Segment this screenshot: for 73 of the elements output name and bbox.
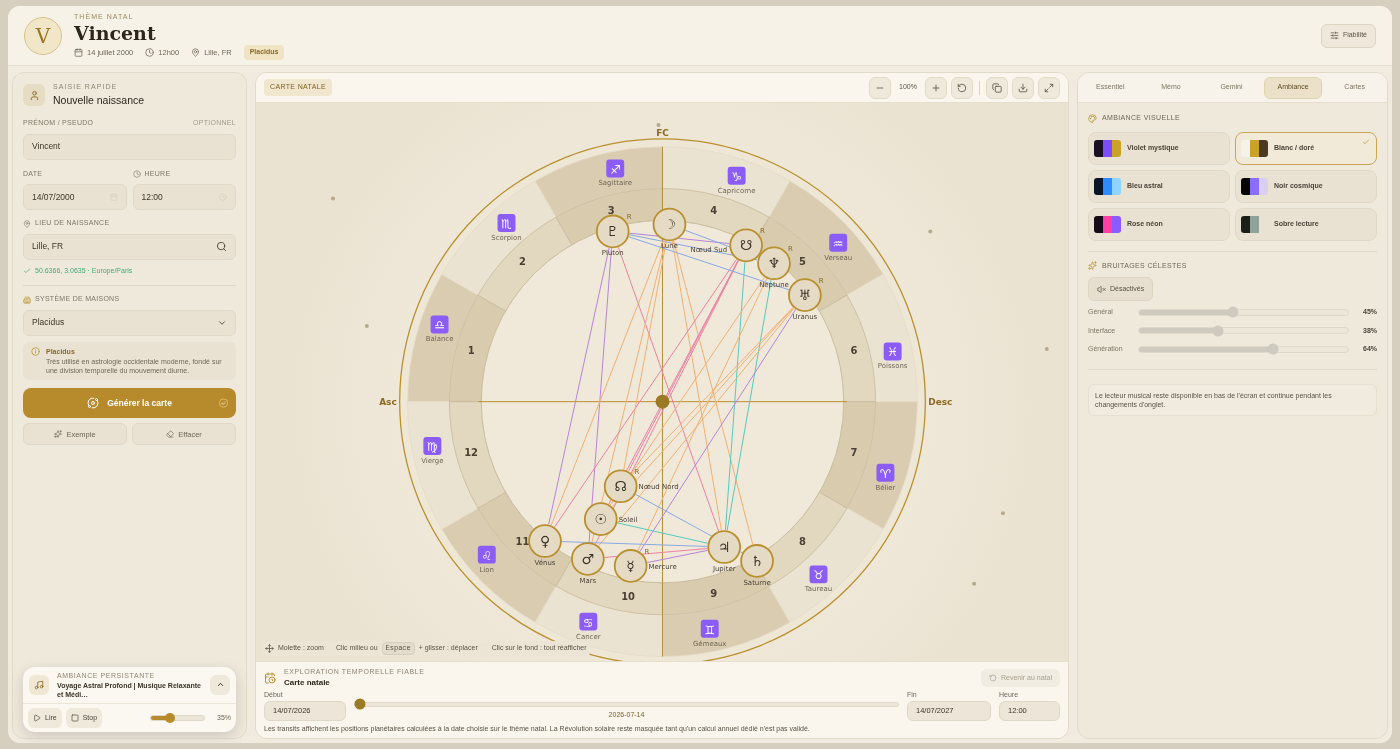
download-button[interactable] [1012,76,1034,99]
slider-thumb[interactable] [1212,325,1224,337]
axis-label: Desc [928,396,953,407]
avatar: V [24,16,62,55]
copy-button[interactable] [986,76,1008,99]
house-number: 11 [515,536,530,548]
download-icon [1018,82,1028,93]
house-number: 1 [467,344,475,356]
house-system-select[interactable]: Placidus [23,309,236,336]
sliders-icon [1329,31,1339,40]
planet-token[interactable]: ♃ [707,530,742,564]
chart-canvas[interactable] [256,103,1068,661]
planet-token[interactable]: ♄ [740,544,774,578]
slider-thumb[interactable] [164,713,175,723]
expand-player-button[interactable] [210,674,230,695]
palette-icon [1088,113,1097,123]
planet-token[interactable]: ☽ [652,207,687,242]
house-number: 4 [710,204,718,216]
move-icon [265,643,274,653]
info-icon [31,346,40,356]
orbit-icon [87,397,100,410]
eraser-icon [166,430,175,439]
check-icon [23,267,31,275]
copy-icon [992,82,1002,93]
slider-thumb[interactable] [1267,343,1279,355]
house-number: 6 [850,344,858,356]
time-input[interactable]: 12:00 [132,184,236,211]
expand-icon [1044,82,1054,93]
timeline-title: Carte natale [284,677,331,689]
profile-name: Vincent [74,22,157,45]
stop-icon [70,714,79,722]
muted-speaker-icon [1097,284,1106,294]
name-input[interactable]: Vincent [23,133,236,160]
date-input[interactable]: 14/07/2000 [23,184,127,211]
fullscreen-button[interactable] [1038,76,1060,99]
check-icon [1362,137,1370,146]
rotate-icon [957,82,967,93]
section-title: Nouvelle naissance [53,92,145,108]
calendar-clock-icon [264,671,276,684]
house-number: 5 [799,256,807,268]
house-number: 8 [799,536,807,548]
plus-icon [931,82,941,93]
pin-icon [23,219,31,228]
music-note-icon [34,679,44,690]
sparkles-icon [1088,261,1097,271]
calendar-icon [74,47,83,57]
center-dot [655,394,670,409]
enter-key-icon [219,398,228,408]
clock-icon [132,170,141,178]
sparkles-icon [54,430,63,439]
house-number: 10 [621,591,635,603]
house-number: 7 [850,447,858,459]
zoom-out-button[interactable] [869,76,891,99]
slider-thumb[interactable] [354,698,366,710]
building-icon [23,295,31,304]
house-number: 3 [607,204,615,216]
planet-token[interactable]: ♂ [571,542,605,576]
house-number: 2 [518,256,526,268]
zoom-in-button[interactable] [925,76,947,99]
house-number: 12 [464,447,479,459]
clock-icon [145,47,155,57]
search-icon [216,241,227,253]
user-icon [28,89,40,101]
play-icon [33,714,41,722]
planet-token[interactable]: ☉ [583,502,618,536]
place-input[interactable]: Lille, FR [23,233,236,260]
slider-thumb[interactable] [1227,306,1239,318]
rotate-icon [989,673,997,682]
house-number: 9 [710,587,718,599]
pin-icon [191,47,201,57]
reset-view-button[interactable] [951,76,973,99]
axis-label: Asc [379,396,397,407]
axis-label: FC [656,127,669,138]
